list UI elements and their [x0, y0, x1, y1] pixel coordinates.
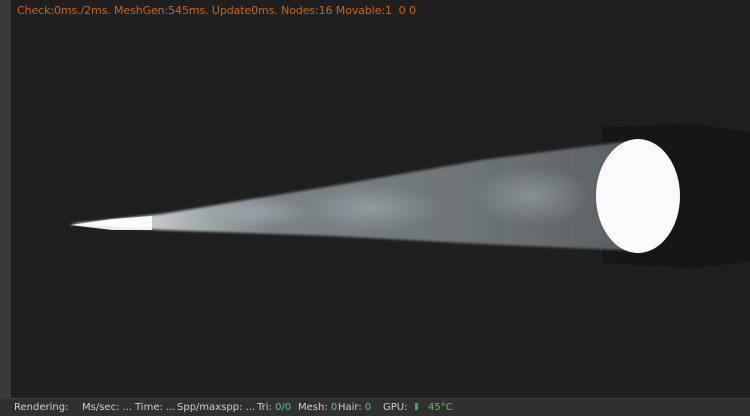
- mesh-status: Mesh: 0: [298, 401, 337, 415]
- ms-per-sec-status: Ms/sec: ...: [82, 402, 133, 413]
- mesh-label: Mesh:: [298, 402, 328, 413]
- beam-haze: [302, 184, 442, 232]
- render-viewer-window: Check:0ms./2ms. MeshGen:545ms. Update0ms…: [0, 0, 750, 416]
- rendering-status: Rendering:: [14, 402, 69, 413]
- beam-haze: [472, 166, 592, 226]
- gpu-usage-indicator: [414, 402, 418, 410]
- spp-status: Spp/maxspp: ...: [177, 402, 256, 413]
- render-stats-text: Check:0ms./2ms. MeshGen:545ms. Update0ms…: [17, 4, 416, 17]
- time-status: Time: ...: [135, 402, 176, 413]
- mesh-value: 0: [330, 402, 338, 413]
- hair-value: 0: [364, 402, 372, 413]
- render-viewport[interactable]: Check:0ms./2ms. MeshGen:545ms. Update0ms…: [12, 0, 750, 398]
- hair-status: Hair: 0: [338, 401, 371, 415]
- status-bar: Rendering: Ms/sec: ... Time: ... Spp/max…: [0, 398, 750, 416]
- gpu-status: GPU:: [383, 401, 418, 415]
- gpu-temperature: 45°C: [428, 402, 453, 413]
- tri-label: Tri:: [257, 402, 272, 413]
- tri-value: 0/0: [275, 402, 292, 413]
- tri-status: Tri: 0/0: [257, 401, 291, 415]
- render-image: [70, 124, 750, 268]
- panel-splitter[interactable]: [0, 0, 12, 398]
- hair-label: Hair:: [338, 402, 362, 413]
- gpu-label: GPU:: [383, 402, 408, 413]
- beam-haze: [212, 196, 312, 228]
- light-source-disk: [596, 139, 680, 253]
